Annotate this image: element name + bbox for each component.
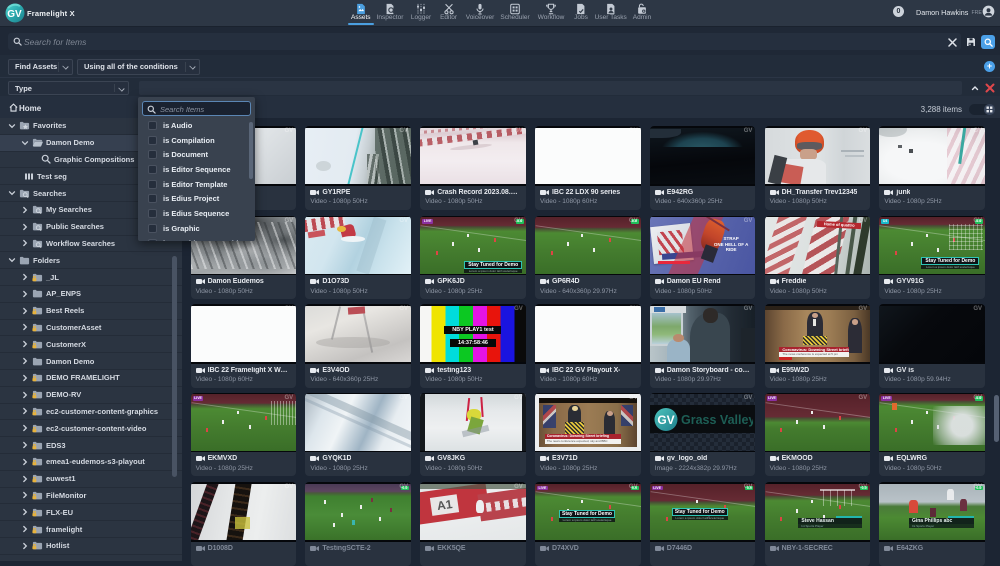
svg-text:Grass Valley: Grass Valley [681,413,753,427]
svg-text:GV: GV [7,9,22,20]
svg-text:GV: GV [657,413,674,427]
